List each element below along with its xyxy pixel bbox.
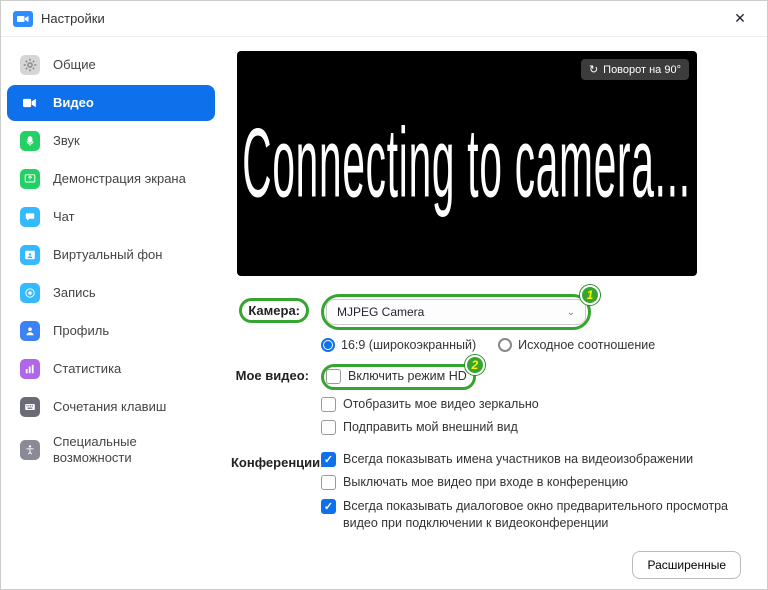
access-icon — [19, 439, 41, 461]
checkbox-icon — [321, 499, 336, 514]
show-names-checkbox[interactable]: Всегда показывать имена участников на ви… — [321, 451, 741, 469]
chat-icon — [19, 206, 41, 228]
chevron-down-icon: ⌄ — [567, 307, 575, 318]
checkbox-icon — [321, 475, 336, 490]
annotation-badge-1: 1 — [580, 285, 600, 305]
settings-window: Настройки ✕ ОбщиеВидеоЗвукДемонстрация э… — [0, 0, 768, 590]
radio-icon — [498, 338, 512, 352]
touchup-checkbox[interactable]: Подправить мой внешний вид — [321, 419, 741, 437]
ratio-wide-radio[interactable]: 16:9 (широкоэкранный) — [321, 338, 476, 352]
hd-checkbox[interactable]: Включить режим HD — [326, 368, 467, 386]
sidebar-item-general[interactable]: Общие — [7, 47, 215, 83]
hd-highlight: Включить режим HD 2 — [321, 364, 476, 390]
profile-icon — [19, 320, 41, 342]
sidebar-item-vbg[interactable]: Виртуальный фон — [7, 237, 215, 273]
camera-dropdown-highlight: MJPEG Camera ⌄ 1 — [321, 294, 591, 330]
conference-label: Конференции: — [231, 451, 321, 539]
rotate-icon: ↻ — [589, 63, 598, 76]
rotate-button[interactable]: ↻ Поворот на 90° — [581, 59, 689, 80]
keys-icon — [19, 396, 41, 418]
video-preview: ↻ Поворот на 90° Connecting to camera... — [237, 51, 697, 276]
sidebar-item-video[interactable]: Видео — [7, 85, 215, 121]
share-icon — [19, 168, 41, 190]
main-panel: ↻ Поворот на 90° Connecting to camera...… — [221, 37, 767, 589]
gear-icon — [19, 54, 41, 76]
camera-label-highlight: Камера: — [239, 298, 309, 323]
myvideo-label: Мое видео: — [231, 364, 321, 443]
camera-dropdown[interactable]: MJPEG Camera ⌄ — [326, 299, 586, 325]
mirror-checkbox[interactable]: Отобразить мое видео зеркально — [321, 396, 741, 414]
rec-icon — [19, 282, 41, 304]
checkbox-icon — [321, 420, 336, 435]
audio-icon — [19, 130, 41, 152]
camera-label: Камера: — [248, 303, 300, 318]
stats-icon — [19, 358, 41, 380]
radio-icon — [321, 338, 335, 352]
window-title: Настройки — [41, 11, 105, 26]
sidebar: ОбщиеВидеоЗвукДемонстрация экранаЧатВирт… — [1, 37, 221, 589]
sidebar-item-access[interactable]: Специальные возможности — [7, 427, 215, 472]
vbg-icon — [19, 244, 41, 266]
sidebar-item-rec[interactable]: Запись — [7, 275, 215, 311]
preview-status-text: Connecting to camera... — [243, 107, 692, 221]
advanced-button[interactable]: Расширенные — [632, 551, 741, 579]
checkbox-icon — [321, 452, 336, 467]
sidebar-item-stats[interactable]: Статистика — [7, 351, 215, 387]
mute-video-checkbox[interactable]: Выключать мое видео при входе в конферен… — [321, 474, 741, 492]
checkbox-icon — [321, 397, 336, 412]
titlebar: Настройки ✕ — [1, 1, 767, 37]
sidebar-item-profile[interactable]: Профиль — [7, 313, 215, 349]
sidebar-item-chat[interactable]: Чат — [7, 199, 215, 235]
annotation-badge-2: 2 — [465, 355, 485, 375]
camera-selected: MJPEG Camera — [337, 305, 424, 319]
checkbox-icon — [326, 369, 341, 384]
sidebar-item-keys[interactable]: Сочетания клавиш — [7, 389, 215, 425]
sidebar-item-audio[interactable]: Звук — [7, 123, 215, 159]
ratio-orig-radio[interactable]: Исходное соотношение — [498, 338, 655, 352]
rotate-label: Поворот на 90° — [603, 64, 681, 76]
app-icon — [13, 11, 33, 27]
close-button[interactable]: ✕ — [725, 4, 755, 34]
video-icon — [19, 92, 41, 114]
preview-dialog-checkbox[interactable]: Всегда показывать диалоговое окно предва… — [321, 498, 741, 533]
sidebar-item-share[interactable]: Демонстрация экрана — [7, 161, 215, 197]
